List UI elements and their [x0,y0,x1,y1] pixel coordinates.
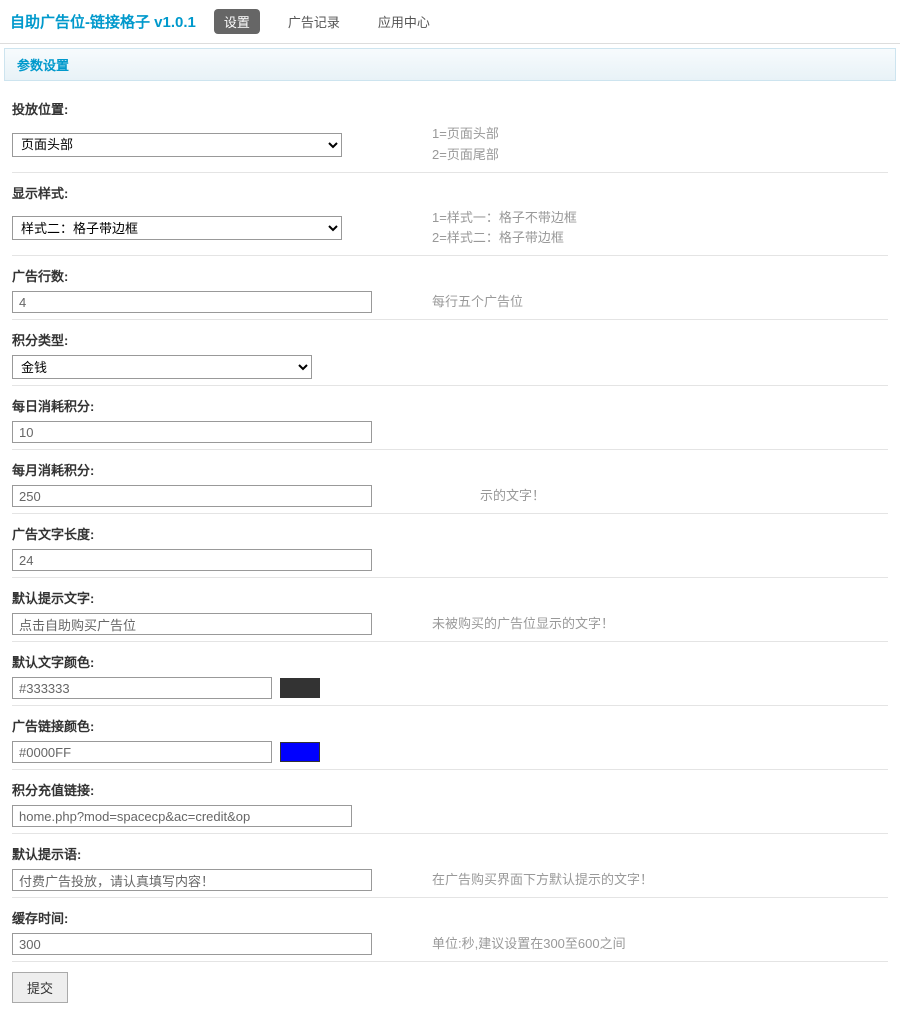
hint-cache-time: 单位:秒,建议设置在300至600之间 [432,934,626,955]
label-cache-time: 缓存时间: [12,904,888,933]
app-title: 自助广告位-链接格子 v1.0.1 [10,11,196,32]
row-link-color: 广告链接颜色: [12,706,888,770]
row-points-type: 积分类型: 金钱 [12,320,888,386]
submit-button[interactable]: 提交 [12,972,68,1003]
label-text-color: 默认文字颜色: [12,648,888,677]
tab-ad-log[interactable]: 广告记录 [278,8,350,35]
row-rows: 广告行数: 每行五个广告位 [12,256,888,320]
row-style: 显示样式: 样式二：格子带边框 1=样式一：格子不带边框 2=样式二：格子带边框 [12,173,888,257]
input-daily-cost[interactable] [12,421,372,443]
input-cache-time[interactable] [12,933,372,955]
label-position: 投放位置: [12,95,888,124]
select-points-type[interactable]: 金钱 [12,355,312,379]
label-recharge-link: 积分充值链接: [12,776,888,805]
input-text-color[interactable] [12,677,272,699]
swatch-link-color[interactable] [280,742,320,762]
row-position: 投放位置: 页面头部 1=页面头部 2=页面尾部 [12,89,888,173]
label-text-length: 广告文字长度: [12,520,888,549]
label-default-text: 默认提示文字: [12,584,888,613]
label-style: 显示样式: [12,179,888,208]
label-rows: 广告行数: [12,262,888,291]
hint-monthly-cost: 示的文字！ [432,486,545,507]
row-text-color: 默认文字颜色: [12,642,888,706]
label-link-color: 广告链接颜色: [12,712,888,741]
row-default-text: 默认提示文字: 未被购买的广告位显示的文字！ [12,578,888,642]
input-link-color[interactable] [12,741,272,763]
label-monthly-cost: 每月消耗积分: [12,456,888,485]
swatch-text-color[interactable] [280,678,320,698]
hint-style: 1=样式一：格子不带边框 2=样式二：格子带边框 [432,208,577,250]
label-points-type: 积分类型: [12,326,888,355]
tab-settings[interactable]: 设置 [214,9,260,34]
label-default-prompt: 默认提示语: [12,840,888,869]
input-text-length[interactable] [12,549,372,571]
input-recharge-link[interactable] [12,805,352,827]
row-text-length: 广告文字长度: [12,514,888,578]
hint-position: 1=页面头部 2=页面尾部 [432,124,499,166]
row-cache-time: 缓存时间: 单位:秒,建议设置在300至600之间 [12,898,888,962]
hint-default-prompt: 在广告购买界面下方默认提示的文字！ [432,870,653,891]
select-style[interactable]: 样式二：格子带边框 [12,216,342,240]
row-monthly-cost: 每月消耗积分: 示的文字！ [12,450,888,514]
row-default-prompt: 默认提示语: 在广告购买界面下方默认提示的文字！ [12,834,888,898]
label-daily-cost: 每日消耗积分: [12,392,888,421]
form-content: 投放位置: 页面头部 1=页面头部 2=页面尾部 显示样式: 样式二：格子带边框… [0,83,900,1019]
hint-default-text: 未被购买的广告位显示的文字！ [432,614,614,635]
input-default-prompt[interactable] [12,869,372,891]
row-daily-cost: 每日消耗积分: [12,386,888,450]
input-monthly-cost[interactable] [12,485,372,507]
input-rows[interactable] [12,291,372,313]
hint-rows: 每行五个广告位 [432,292,523,313]
header: 自助广告位-链接格子 v1.0.1 设置 广告记录 应用中心 [0,0,900,44]
submit-row: 提交 [12,962,888,1013]
select-position[interactable]: 页面头部 [12,133,342,157]
section-title: 参数设置 [4,48,896,81]
tab-app-center[interactable]: 应用中心 [368,8,440,35]
input-default-text[interactable] [12,613,372,635]
